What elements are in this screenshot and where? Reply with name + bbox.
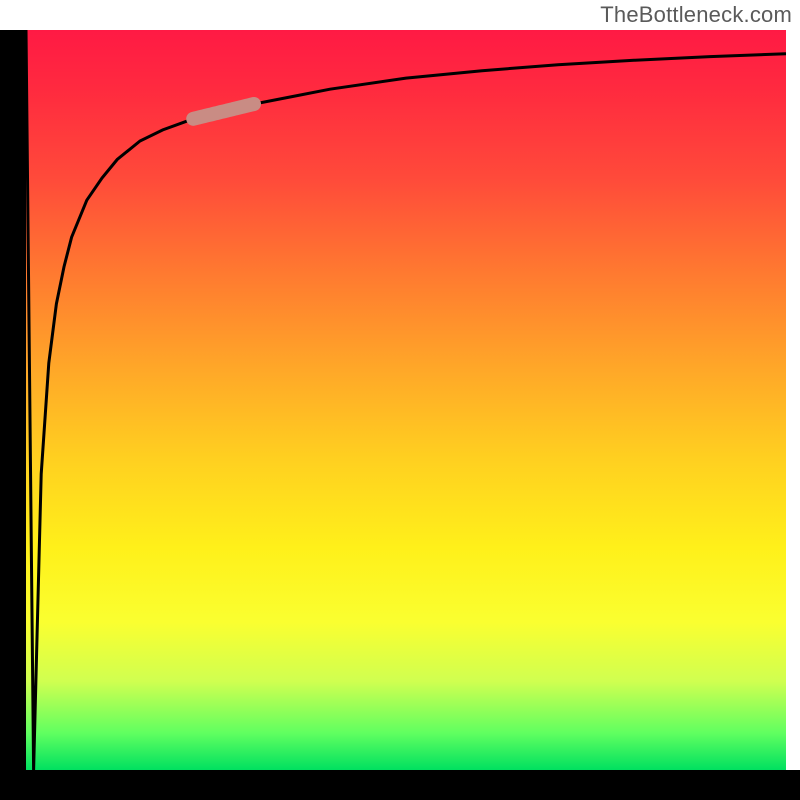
curve-svg: [26, 30, 786, 770]
x-axis-bar: [0, 770, 800, 800]
accent-segment-path: [193, 104, 254, 119]
main-curve-path: [26, 30, 786, 770]
watermark-text: TheBottleneck.com: [600, 2, 792, 28]
y-axis-bar: [0, 30, 26, 770]
chart-container: TheBottleneck.com: [0, 0, 800, 800]
plot-area: [26, 30, 786, 770]
